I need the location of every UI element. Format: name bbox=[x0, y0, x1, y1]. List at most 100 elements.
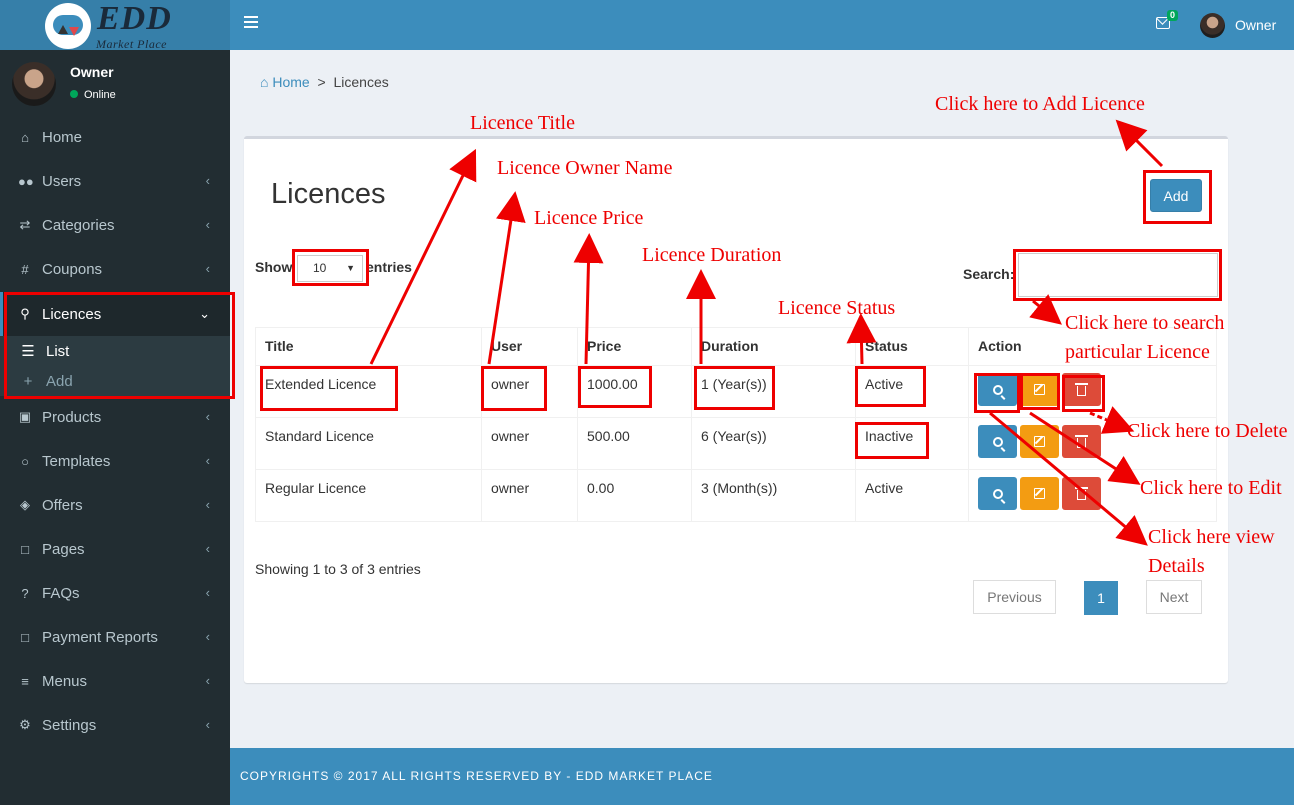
cloud-transfer-icon bbox=[45, 3, 91, 49]
sidebar-item-faqs[interactable]: ? FAQs ‹ bbox=[0, 571, 230, 615]
top-user-name[interactable]: Owner bbox=[1235, 17, 1276, 33]
gear-icon: ⚙ bbox=[19, 717, 31, 732]
column-header-price[interactable]: Price bbox=[577, 327, 692, 366]
comment-icon: ○ bbox=[21, 453, 29, 469]
sidebar-toggle-icon[interactable] bbox=[244, 16, 258, 28]
chevron-left-icon: ‹ bbox=[205, 585, 210, 600]
chevron-left-icon: ‹ bbox=[205, 453, 210, 468]
chevron-left-icon: ‹ bbox=[205, 629, 210, 644]
cell-title: Regular Licence bbox=[255, 469, 482, 522]
sidebar-item-users[interactable]: ●● Users ‹ bbox=[0, 159, 230, 203]
breadcrumb-home[interactable]: ⌂ Home bbox=[260, 74, 310, 90]
table-info: Showing 1 to 3 of 3 entries bbox=[255, 561, 421, 577]
add-licence-button[interactable]: Add bbox=[1150, 179, 1202, 212]
top-navbar: 0 Owner bbox=[230, 0, 1294, 50]
cell-duration: 3 (Month(s)) bbox=[691, 469, 856, 522]
annotation-add: Click here to Add Licence bbox=[935, 93, 1145, 115]
brand-logo[interactable]: EDD Market Place bbox=[0, 0, 230, 51]
pagination-previous[interactable]: Previous bbox=[973, 580, 1056, 614]
sidebar-item-payment-reports[interactable]: □ Payment Reports ‹ bbox=[0, 615, 230, 659]
key-icon: ⚲ bbox=[20, 306, 30, 321]
edit-icon bbox=[1034, 384, 1045, 395]
table-row: Regular Licence owner 0.00 3 (Month(s)) … bbox=[255, 469, 1217, 522]
brand-name: EDD bbox=[97, 0, 172, 37]
annotation-search-line2: particular Licence bbox=[1065, 341, 1210, 363]
column-header-status[interactable]: Status bbox=[855, 327, 969, 366]
edit-button[interactable] bbox=[1020, 425, 1059, 458]
sidebar-item-home[interactable]: ⌂ Home bbox=[0, 115, 230, 159]
breadcrumb-current: Licences bbox=[333, 74, 389, 90]
sidebar-item-licences[interactable]: ⚲ Licences ⌄ bbox=[0, 292, 230, 336]
annotation-status: Licence Status bbox=[778, 297, 896, 319]
edit-button[interactable] bbox=[1020, 373, 1059, 406]
chevron-left-icon: ‹ bbox=[205, 217, 210, 232]
user-avatar[interactable] bbox=[1200, 13, 1225, 38]
table-row: Standard Licence owner 500.00 6 (Year(s)… bbox=[255, 417, 1217, 470]
sidebar-item-menus[interactable]: ≡ Menus ‹ bbox=[0, 659, 230, 703]
view-button[interactable] bbox=[978, 373, 1017, 406]
trash-icon bbox=[1075, 487, 1088, 500]
annotation-view-line1: Click here view bbox=[1148, 526, 1275, 548]
cell-duration: 1 (Year(s)) bbox=[691, 365, 856, 418]
cell-price: 500.00 bbox=[577, 417, 692, 470]
cell-status: Active bbox=[855, 365, 969, 418]
sidebar-item-offers[interactable]: ◈ Offers ‹ bbox=[0, 483, 230, 527]
pagination-next[interactable]: Next bbox=[1146, 580, 1202, 614]
chevron-left-icon: ‹ bbox=[205, 173, 210, 188]
caret-down-icon: ▼ bbox=[346, 263, 355, 273]
submenu-item-list[interactable]: ☰ List bbox=[20, 336, 69, 366]
sidebar-item-templates[interactable]: ○ Templates ‹ bbox=[0, 439, 230, 483]
tags-icon: ◈ bbox=[20, 497, 30, 512]
licences-submenu: ☰ List + Add bbox=[0, 336, 230, 396]
annotation-delete: Click here to Delete bbox=[1127, 420, 1288, 442]
breadcrumb: ⌂ Home > Licences bbox=[260, 74, 389, 90]
annotation-title: Licence Title bbox=[470, 112, 575, 134]
cell-user: owner bbox=[481, 417, 578, 470]
sidebar-item-categories[interactable]: ⇄ Categories ‹ bbox=[0, 203, 230, 247]
search-input[interactable] bbox=[1018, 253, 1218, 297]
annotation-owner: Licence Owner Name bbox=[497, 157, 673, 179]
cell-title: Standard Licence bbox=[255, 417, 482, 470]
sidebar-item-pages[interactable]: □ Pages ‹ bbox=[0, 527, 230, 571]
page-length-select[interactable]: 10 ▼ bbox=[297, 255, 363, 282]
sidebar-item-coupons[interactable]: # Coupons ‹ bbox=[0, 247, 230, 291]
cell-user: owner bbox=[481, 365, 578, 418]
sidebar-user-name: Owner bbox=[70, 64, 114, 80]
column-header-duration[interactable]: Duration bbox=[691, 327, 856, 366]
question-icon: ? bbox=[21, 585, 29, 601]
mail-count-badge: 0 bbox=[1167, 10, 1179, 21]
sidebar-item-settings[interactable]: ⚙ Settings ‹ bbox=[0, 703, 230, 747]
sidebar-item-products[interactable]: ▣ Products ‹ bbox=[0, 395, 230, 439]
show-label: Show bbox=[255, 259, 293, 275]
cell-status: Inactive bbox=[855, 417, 969, 470]
delete-button[interactable] bbox=[1062, 373, 1101, 406]
annotation-search-line1: Click here to search bbox=[1065, 312, 1225, 334]
chevron-left-icon: ‹ bbox=[205, 261, 210, 276]
view-button[interactable] bbox=[978, 425, 1017, 458]
hash-icon: # bbox=[21, 261, 29, 277]
column-header-user[interactable]: User bbox=[481, 327, 578, 366]
pagination-page-1[interactable]: 1 bbox=[1084, 581, 1118, 615]
submenu-item-add[interactable]: + Add bbox=[20, 366, 73, 396]
column-header-title[interactable]: Title bbox=[255, 327, 482, 366]
home-icon: ⌂ bbox=[260, 74, 269, 90]
edit-button[interactable] bbox=[1020, 477, 1059, 510]
delete-button[interactable] bbox=[1062, 425, 1101, 458]
chevron-left-icon: ‹ bbox=[205, 673, 210, 688]
plus-icon: + bbox=[23, 372, 33, 390]
entries-label: entries bbox=[366, 259, 412, 275]
cell-status: Active bbox=[855, 469, 969, 522]
users-icon: ●● bbox=[18, 173, 34, 189]
search-icon bbox=[992, 437, 1003, 447]
delete-button[interactable] bbox=[1062, 477, 1101, 510]
trash-icon bbox=[1075, 383, 1088, 396]
view-button[interactable] bbox=[978, 477, 1017, 510]
sidebar: Owner Online ⌂ Home ●● Users ‹ ⇄ Categories ‹… bbox=[0, 50, 230, 805]
file-icon: □ bbox=[21, 629, 29, 645]
cell-user: owner bbox=[481, 469, 578, 522]
chevron-left-icon: ‹ bbox=[205, 717, 210, 732]
shuffle-icon: ⇄ bbox=[19, 217, 31, 232]
online-status: Online bbox=[70, 89, 116, 101]
chevron-down-icon: ⌄ bbox=[199, 306, 210, 321]
online-dot-icon bbox=[70, 90, 78, 98]
